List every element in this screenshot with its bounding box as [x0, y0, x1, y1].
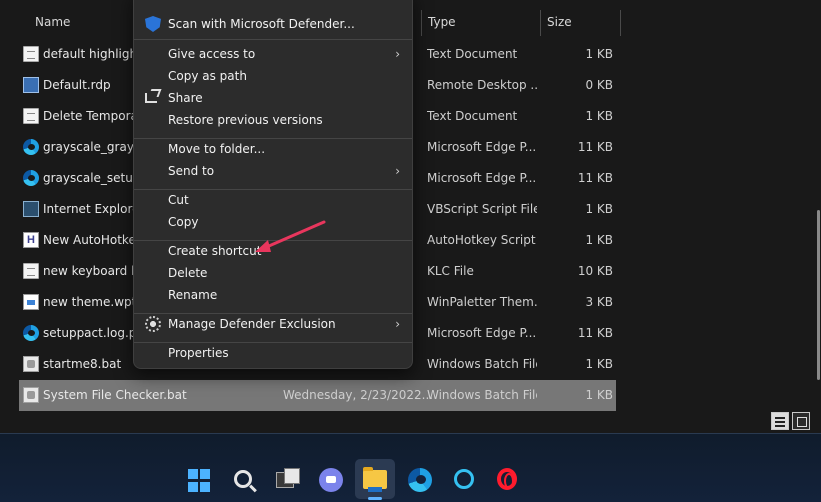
menu-item-delete[interactable]: Delete	[138, 262, 408, 284]
menu-item-cut[interactable]: Cut	[138, 189, 408, 211]
file-size: 11 KB	[577, 140, 613, 154]
edge-document-icon	[23, 170, 39, 186]
file-type: KLC File	[427, 264, 474, 278]
column-divider[interactable]	[620, 10, 621, 36]
file-size: 1 KB	[585, 109, 613, 123]
menu-item-label: Create shortcut	[168, 244, 262, 258]
defender-exclusion-icon	[145, 316, 161, 332]
file-size: 1 KB	[585, 233, 613, 247]
cortana-icon[interactable]	[454, 469, 474, 489]
text-document-icon	[23, 46, 39, 62]
file-size: 1 KB	[585, 47, 613, 61]
file-name: System File Checker.bat	[43, 388, 187, 402]
menu-item-label: Scan with Microsoft Defender...	[168, 17, 355, 31]
menu-item-rename[interactable]: Rename	[138, 284, 408, 306]
edge-document-icon	[23, 325, 39, 341]
vertical-scrollbar[interactable]	[817, 210, 820, 380]
menu-item-move-to-folder[interactable]: Move to folder...	[138, 138, 408, 160]
menu-item-label: Move to folder...	[168, 142, 266, 156]
menu-item-label: Rename	[168, 288, 218, 302]
details-view-icon	[775, 417, 785, 419]
file-type: WinPaletter Them...	[427, 295, 537, 309]
file-date-modified: Wednesday, 2/23/2022...	[283, 388, 434, 402]
menu-item-label: Share	[168, 91, 203, 105]
column-name-header[interactable]: Name	[35, 0, 70, 38]
file-type: Microsoft Edge P...	[427, 140, 537, 154]
file-type: VBScript Script File	[427, 202, 537, 216]
menu-item-label: Properties	[168, 346, 229, 360]
menu-item-copy[interactable]: Copy	[138, 211, 408, 233]
large-icons-view-button[interactable]	[792, 412, 810, 430]
file-size: 10 KB	[577, 264, 613, 278]
file-size: 1 KB	[585, 357, 613, 371]
menu-item-label: Restore previous versions	[168, 113, 323, 127]
windows-start-icon[interactable]	[188, 469, 212, 493]
text-document-icon	[23, 263, 39, 279]
menu-item-label: Send to	[168, 164, 215, 178]
menu-item-give-access-to[interactable]: Give access to ›	[138, 43, 408, 65]
column-type-header[interactable]: Type	[428, 0, 456, 38]
file-row[interactable]: System File Checker.bat Wednesday, 2/23/2…	[19, 380, 616, 411]
details-view-button[interactable]	[771, 412, 789, 430]
winpaletter-icon	[23, 294, 39, 310]
file-type: Text Document	[427, 109, 518, 123]
menu-item-create-shortcut[interactable]: Create shortcut	[138, 240, 408, 262]
task-view-icon[interactable]	[276, 468, 300, 492]
menu-divider	[134, 39, 412, 40]
search-icon[interactable]	[234, 470, 252, 488]
share-icon	[145, 93, 157, 103]
menu-item-label: Manage Defender Exclusion	[168, 317, 336, 331]
details-view-icon	[775, 421, 785, 423]
context-menu: Scan with Microsoft Defender... Give acce…	[133, 0, 413, 369]
file-size: 1 KB	[585, 388, 613, 402]
menu-item-restore-previous-versions[interactable]: Restore previous versions	[138, 109, 408, 131]
file-type: Windows Batch File	[427, 357, 537, 371]
menu-item-send-to[interactable]: Send to ›	[138, 160, 408, 182]
file-size: 3 KB	[585, 295, 613, 309]
chevron-right-icon: ›	[395, 164, 400, 178]
file-explorer-icon[interactable]	[363, 467, 387, 492]
file-type: Text Document	[427, 47, 518, 61]
text-document-icon	[23, 108, 39, 124]
file-type: Microsoft Edge P...	[427, 326, 537, 340]
menu-item-properties[interactable]: Properties	[138, 342, 408, 364]
file-type: Windows Batch File	[427, 388, 537, 402]
opera-browser-icon[interactable]	[497, 468, 517, 490]
menu-item-manage-defender-exclusion[interactable]: Manage Defender Exclusion ›	[138, 313, 408, 335]
chevron-right-icon: ›	[395, 47, 400, 61]
edge-document-icon	[23, 139, 39, 155]
chevron-right-icon: ›	[395, 317, 400, 331]
menu-item-scan-with-microsoft-defender[interactable]: Scan with Microsoft Defender...	[138, 13, 408, 35]
batch-file-icon	[23, 387, 39, 403]
menu-item-copy-as-path[interactable]: Copy as path	[138, 65, 408, 87]
menu-item-label: Copy	[168, 215, 199, 229]
file-type: Remote Desktop ...	[427, 78, 537, 92]
menu-item-share[interactable]: Share	[138, 87, 408, 109]
active-app-indicator	[368, 497, 382, 500]
menu-item-label: Delete	[168, 266, 208, 280]
file-size: 1 KB	[585, 202, 613, 216]
autohotkey-icon: H	[23, 232, 39, 248]
remote-desktop-icon	[23, 77, 39, 93]
menu-item-label: Copy as path	[168, 69, 247, 83]
menu-item-label: Give access to	[168, 47, 256, 61]
taskbar	[0, 433, 821, 502]
batch-file-icon	[23, 356, 39, 372]
file-size: 0 KB	[585, 78, 613, 92]
defender-shield-icon	[145, 16, 161, 32]
details-view-icon	[775, 425, 785, 427]
column-divider[interactable]	[421, 10, 422, 36]
teams-chat-icon[interactable]	[319, 468, 343, 492]
file-type: AutoHotkey Script	[427, 233, 536, 247]
menu-item-label: Cut	[168, 193, 189, 207]
column-divider[interactable]	[540, 10, 541, 36]
vbscript-icon	[23, 201, 39, 217]
file-size: 11 KB	[577, 326, 613, 340]
edge-browser-icon[interactable]	[408, 468, 432, 492]
column-size-header[interactable]: Size	[547, 0, 572, 38]
file-size: 11 KB	[577, 171, 613, 185]
file-type: Microsoft Edge P...	[427, 171, 537, 185]
